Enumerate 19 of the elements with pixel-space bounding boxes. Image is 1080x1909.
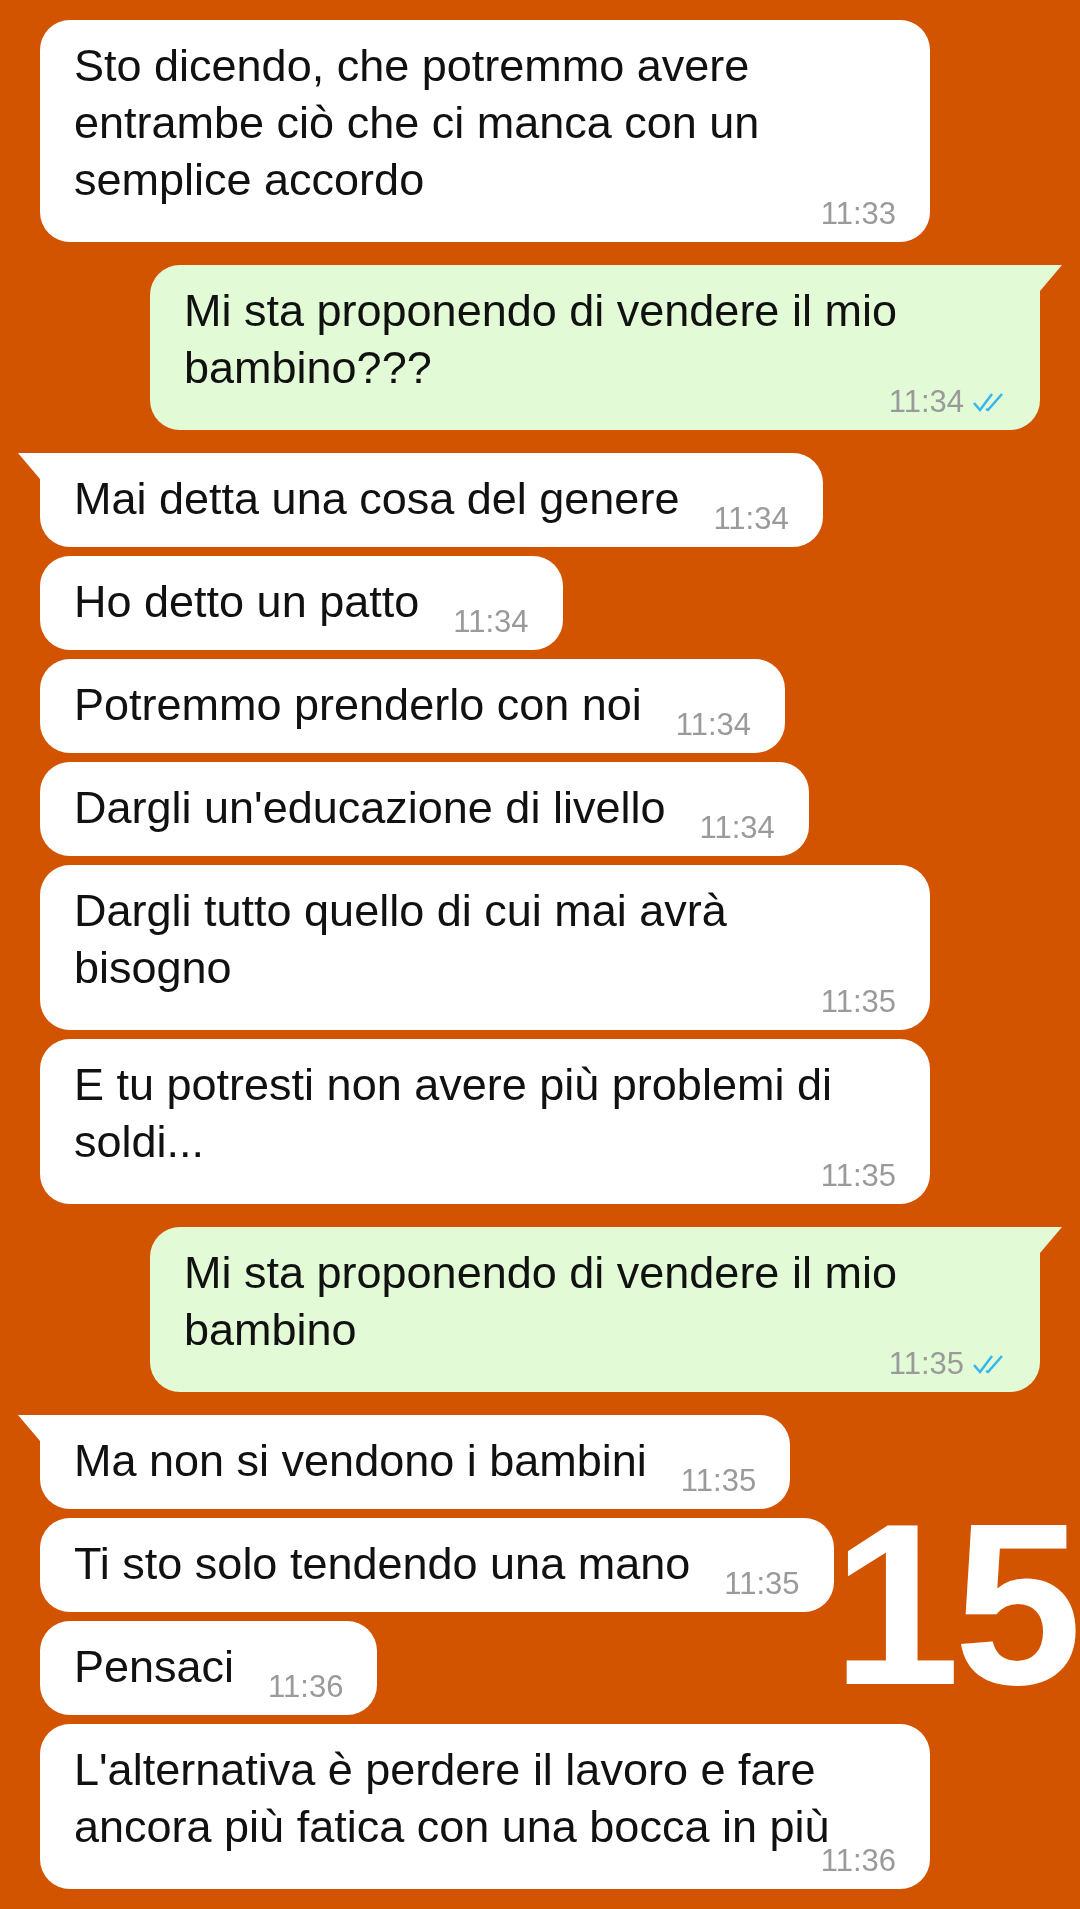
message-text: Pensaci [74,1640,235,1694]
message-text: Ho detto un patto [74,575,420,629]
message-time: 11:35 [680,1463,757,1499]
overlay-number: 15 [832,1490,1076,1720]
message-text: Dargli un'educazione di livello [74,781,666,835]
message-time: 11:35 [820,984,896,1020]
message-text: Sto dicendo, che potremmo avere entrambe ciò che ci manca con un semplice accordo [74,39,761,207]
message-time: 11:34 [699,810,775,846]
message-text: Ma non si vendono i bambini [74,1434,647,1488]
message-text: Mai detta una cosa del genere [74,472,680,526]
message-text: Dargli tutto quello di cui mai avrà bisogno [74,884,728,995]
message-time: 11:33 [820,196,896,232]
message-time: 11:34 [675,707,752,743]
message-text: Ti sto solo tendendo una mano [74,1537,691,1591]
message-time: 11:34 [713,501,789,537]
message-text: Potremmo prenderlo con noi [74,678,642,732]
message-time: 11:36 [268,1669,344,1705]
message-time: 11:34 [453,604,529,640]
message-time: 11:35 [724,1566,800,1602]
